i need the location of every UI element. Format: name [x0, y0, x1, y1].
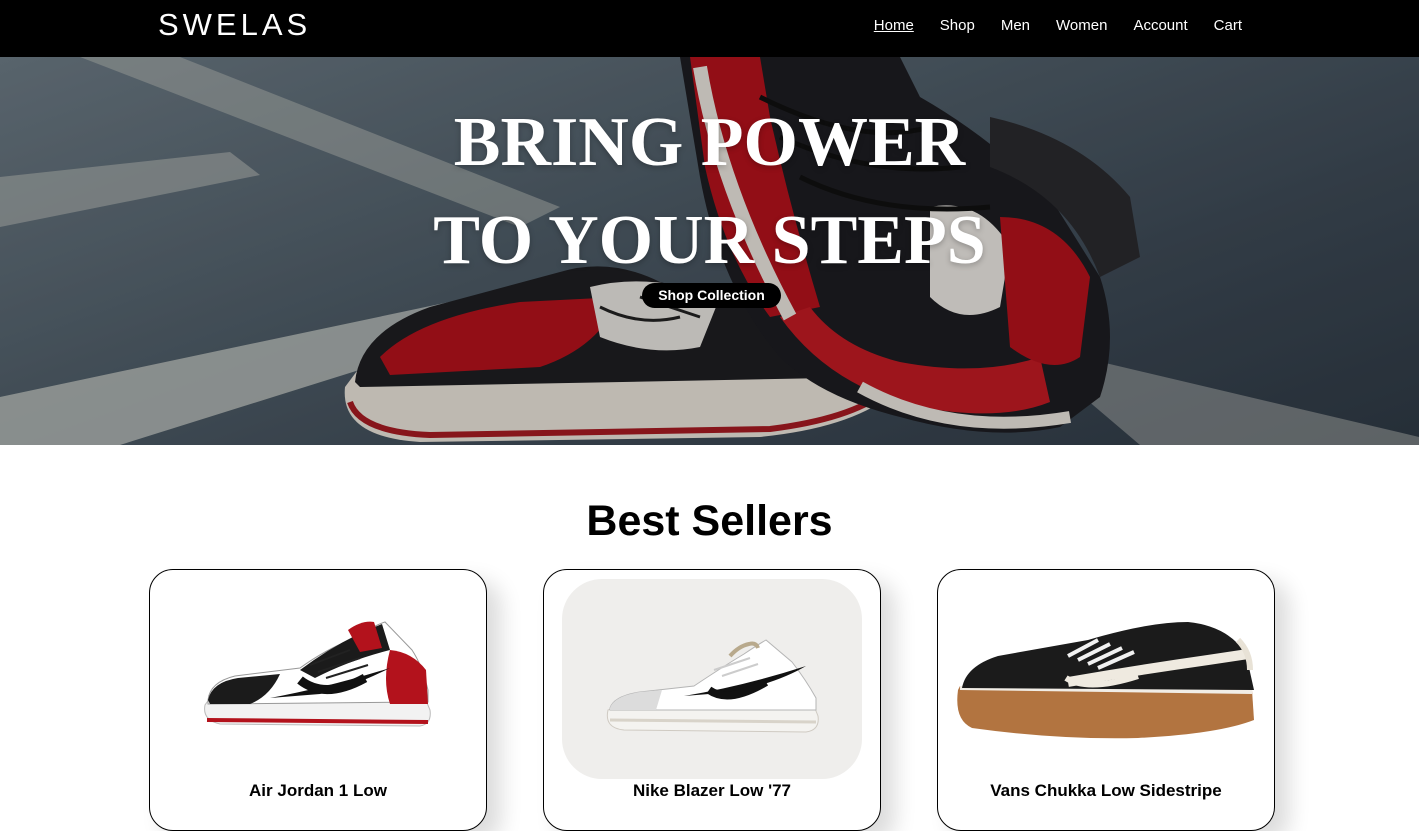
top-navbar: SWELAS Home Shop Men Women Account Cart: [0, 0, 1419, 57]
nav-men-link[interactable]: Men: [1001, 17, 1030, 35]
hero-banner: BRING POWER TO YOUR STEPS Shop Collectio…: [0, 57, 1419, 445]
nav-account-link[interactable]: Account: [1133, 17, 1187, 35]
nav-women-link[interactable]: Women: [1056, 17, 1107, 35]
product-card-jordan[interactable]: Air Jordan 1 Low: [149, 569, 487, 831]
hero-title-line1: BRING POWER: [453, 104, 966, 181]
product-name[interactable]: Nike Blazer Low '77: [544, 780, 880, 802]
product-name[interactable]: Air Jordan 1 Low: [150, 780, 486, 802]
best-sellers-heading: Best Sellers: [586, 497, 833, 545]
product-card-vans[interactable]: Vans Chukka Low Sidestripe: [937, 569, 1275, 831]
sneaker-blazer-image: [606, 639, 819, 733]
product-name[interactable]: Vans Chukka Low Sidestripe: [938, 780, 1274, 802]
sneaker-vans-image: [957, 622, 1254, 739]
nav-home-link[interactable]: Home: [874, 17, 914, 35]
nav-cart-link[interactable]: Cart: [1214, 17, 1242, 35]
nav-shop-link[interactable]: Shop: [940, 17, 975, 35]
product-card-blazer[interactable]: Nike Blazer Low '77: [543, 569, 881, 831]
hero-title-line2: TO YOUR STEPS: [433, 202, 986, 279]
shop-collection-button[interactable]: Shop Collection: [642, 283, 781, 308]
main-nav: Home Shop Men Women Account Cart: [874, 17, 1242, 35]
sneaker-jordan-image: [204, 621, 431, 727]
brand-logo[interactable]: SWELAS: [158, 6, 311, 44]
